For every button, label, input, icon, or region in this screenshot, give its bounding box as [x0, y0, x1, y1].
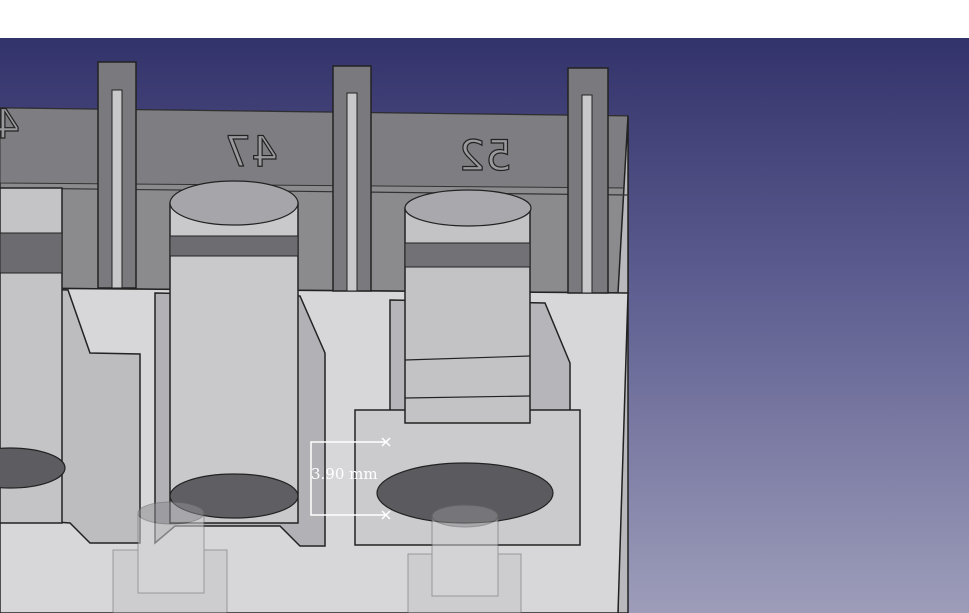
engraved-label-left: 42 — [0, 101, 21, 148]
3d-model-view: 42 47 52 3.90 mm — [0, 61, 629, 613]
svg-text:52: 52 — [459, 131, 512, 180]
engraved-label-middle: 47 — [224, 126, 279, 176]
toolbar-area — [0, 0, 969, 38]
slot-3 — [567, 67, 609, 294]
block-top-face-rear — [0, 107, 629, 189]
svg-text:47: 47 — [225, 127, 278, 176]
engraved-label-right: 52 — [458, 130, 513, 180]
svg-text:42: 42 — [0, 102, 20, 148]
3d-viewport[interactable]: 42 47 52 3.90 mm — [0, 38, 969, 613]
slot-1 — [97, 61, 137, 289]
measurement-label: 3.90 mm — [311, 465, 378, 483]
slot-2 — [332, 65, 372, 292]
